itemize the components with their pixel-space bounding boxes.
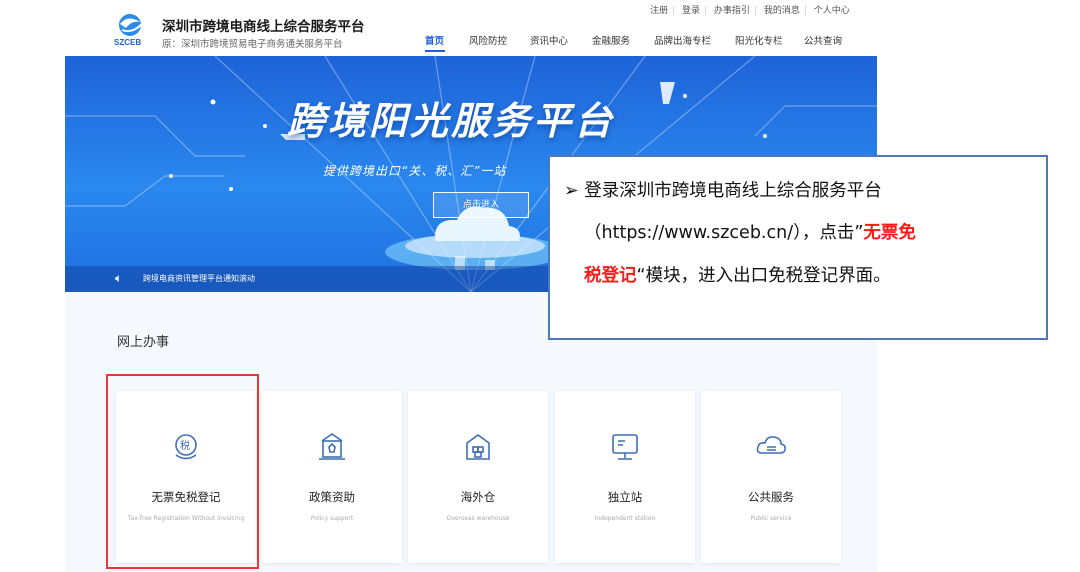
- service-card-warehouse[interactable]: 海外仓 Overseas warehouse: [408, 391, 548, 563]
- bullet-icon: ➢: [564, 181, 579, 201]
- instruction-highlight-1: 无票免: [863, 223, 916, 243]
- guide-link[interactable]: 办事指引: [714, 3, 750, 16]
- instruction-callout: ➢ 登录深圳市跨境电商线上综合服务平台 （https://www.szceb.c…: [548, 155, 1048, 340]
- nav-brand-overseas[interactable]: 品牌出海专栏: [654, 33, 711, 47]
- site-subtitle: 原：深圳市跨境贸易电子商务通关服务平台: [162, 39, 343, 50]
- card-subtitle: Overseas warehouse: [446, 515, 510, 522]
- online-services-heading: 网上办事: [117, 335, 170, 350]
- szceb-logo[interactable]: SZCEB: [114, 12, 156, 48]
- service-card-public-service[interactable]: 公共服务 Public service: [701, 391, 841, 563]
- tax-free-highlight-box: [106, 374, 259, 569]
- login-link[interactable]: 登录: [682, 3, 700, 16]
- card-title: 政策资助: [309, 490, 355, 504]
- instruction-text-1: 登录深圳市跨境电商线上综合服务平台: [584, 181, 882, 201]
- top-links: 注册 | 登录 | 办事指引 | 我的消息 | 个人中心: [650, 3, 850, 16]
- card-subtitle: Policy support: [310, 515, 354, 522]
- nav-news-center[interactable]: 资讯中心: [530, 33, 568, 47]
- card-title: 海外仓: [460, 490, 496, 504]
- instruction-line-2: （https://www.szceb.cn/），点击”无票免: [584, 219, 916, 244]
- instruction-line-1: ➢ 登录深圳市跨境电商线上综合服务平台: [564, 177, 882, 202]
- messages-link[interactable]: 我的消息: [764, 3, 800, 16]
- nav-finance[interactable]: 金融服务: [592, 33, 630, 47]
- station-icon: [605, 431, 645, 463]
- nav-public-query[interactable]: 公共查询: [804, 33, 842, 47]
- speaker-icon: 🔈︎: [115, 271, 123, 285]
- service-card-independent-station[interactable]: 独立站 Independent station: [555, 391, 695, 563]
- register-link[interactable]: 注册: [650, 3, 668, 16]
- logo-text: SZCEB: [114, 38, 141, 47]
- instruction-text-3: “模块，进入出口免税登记界面。: [636, 266, 891, 286]
- banner-subtitle: 提供跨境出口“关、税、汇”一站: [323, 164, 507, 178]
- public-service-icon: [751, 431, 791, 463]
- personal-center-link[interactable]: 个人中心: [814, 3, 850, 16]
- nav-sunshine[interactable]: 阳光化专栏: [735, 33, 783, 47]
- card-title: 独立站: [607, 490, 643, 504]
- warehouse-icon: [458, 431, 498, 463]
- site-title: 深圳市跨境电商线上综合服务平台: [162, 19, 365, 35]
- instruction-line-3: 税登记“模块，进入出口免税登记界面。: [584, 262, 891, 287]
- service-card-policy[interactable]: 政策资助 Policy support: [262, 391, 402, 563]
- banner-title: 跨境阳光服务平台: [287, 99, 616, 143]
- instruction-url-text: （https://www.szceb.cn/），点击”: [584, 223, 864, 243]
- notice-text[interactable]: 跨境电商资讯管理平台通知滚动: [143, 273, 255, 284]
- card-subtitle: Public service: [750, 515, 792, 522]
- nav-active-indicator: [425, 50, 445, 52]
- card-title: 公共服务: [748, 490, 794, 504]
- policy-icon: [312, 431, 352, 463]
- nav-home[interactable]: 首页: [425, 33, 444, 47]
- enter-button[interactable]: 点击进入: [433, 192, 529, 218]
- card-subtitle: Independent station: [594, 515, 656, 522]
- nav-risk-control[interactable]: 风险防控: [469, 33, 507, 47]
- instruction-highlight-2: 税登记: [584, 266, 637, 286]
